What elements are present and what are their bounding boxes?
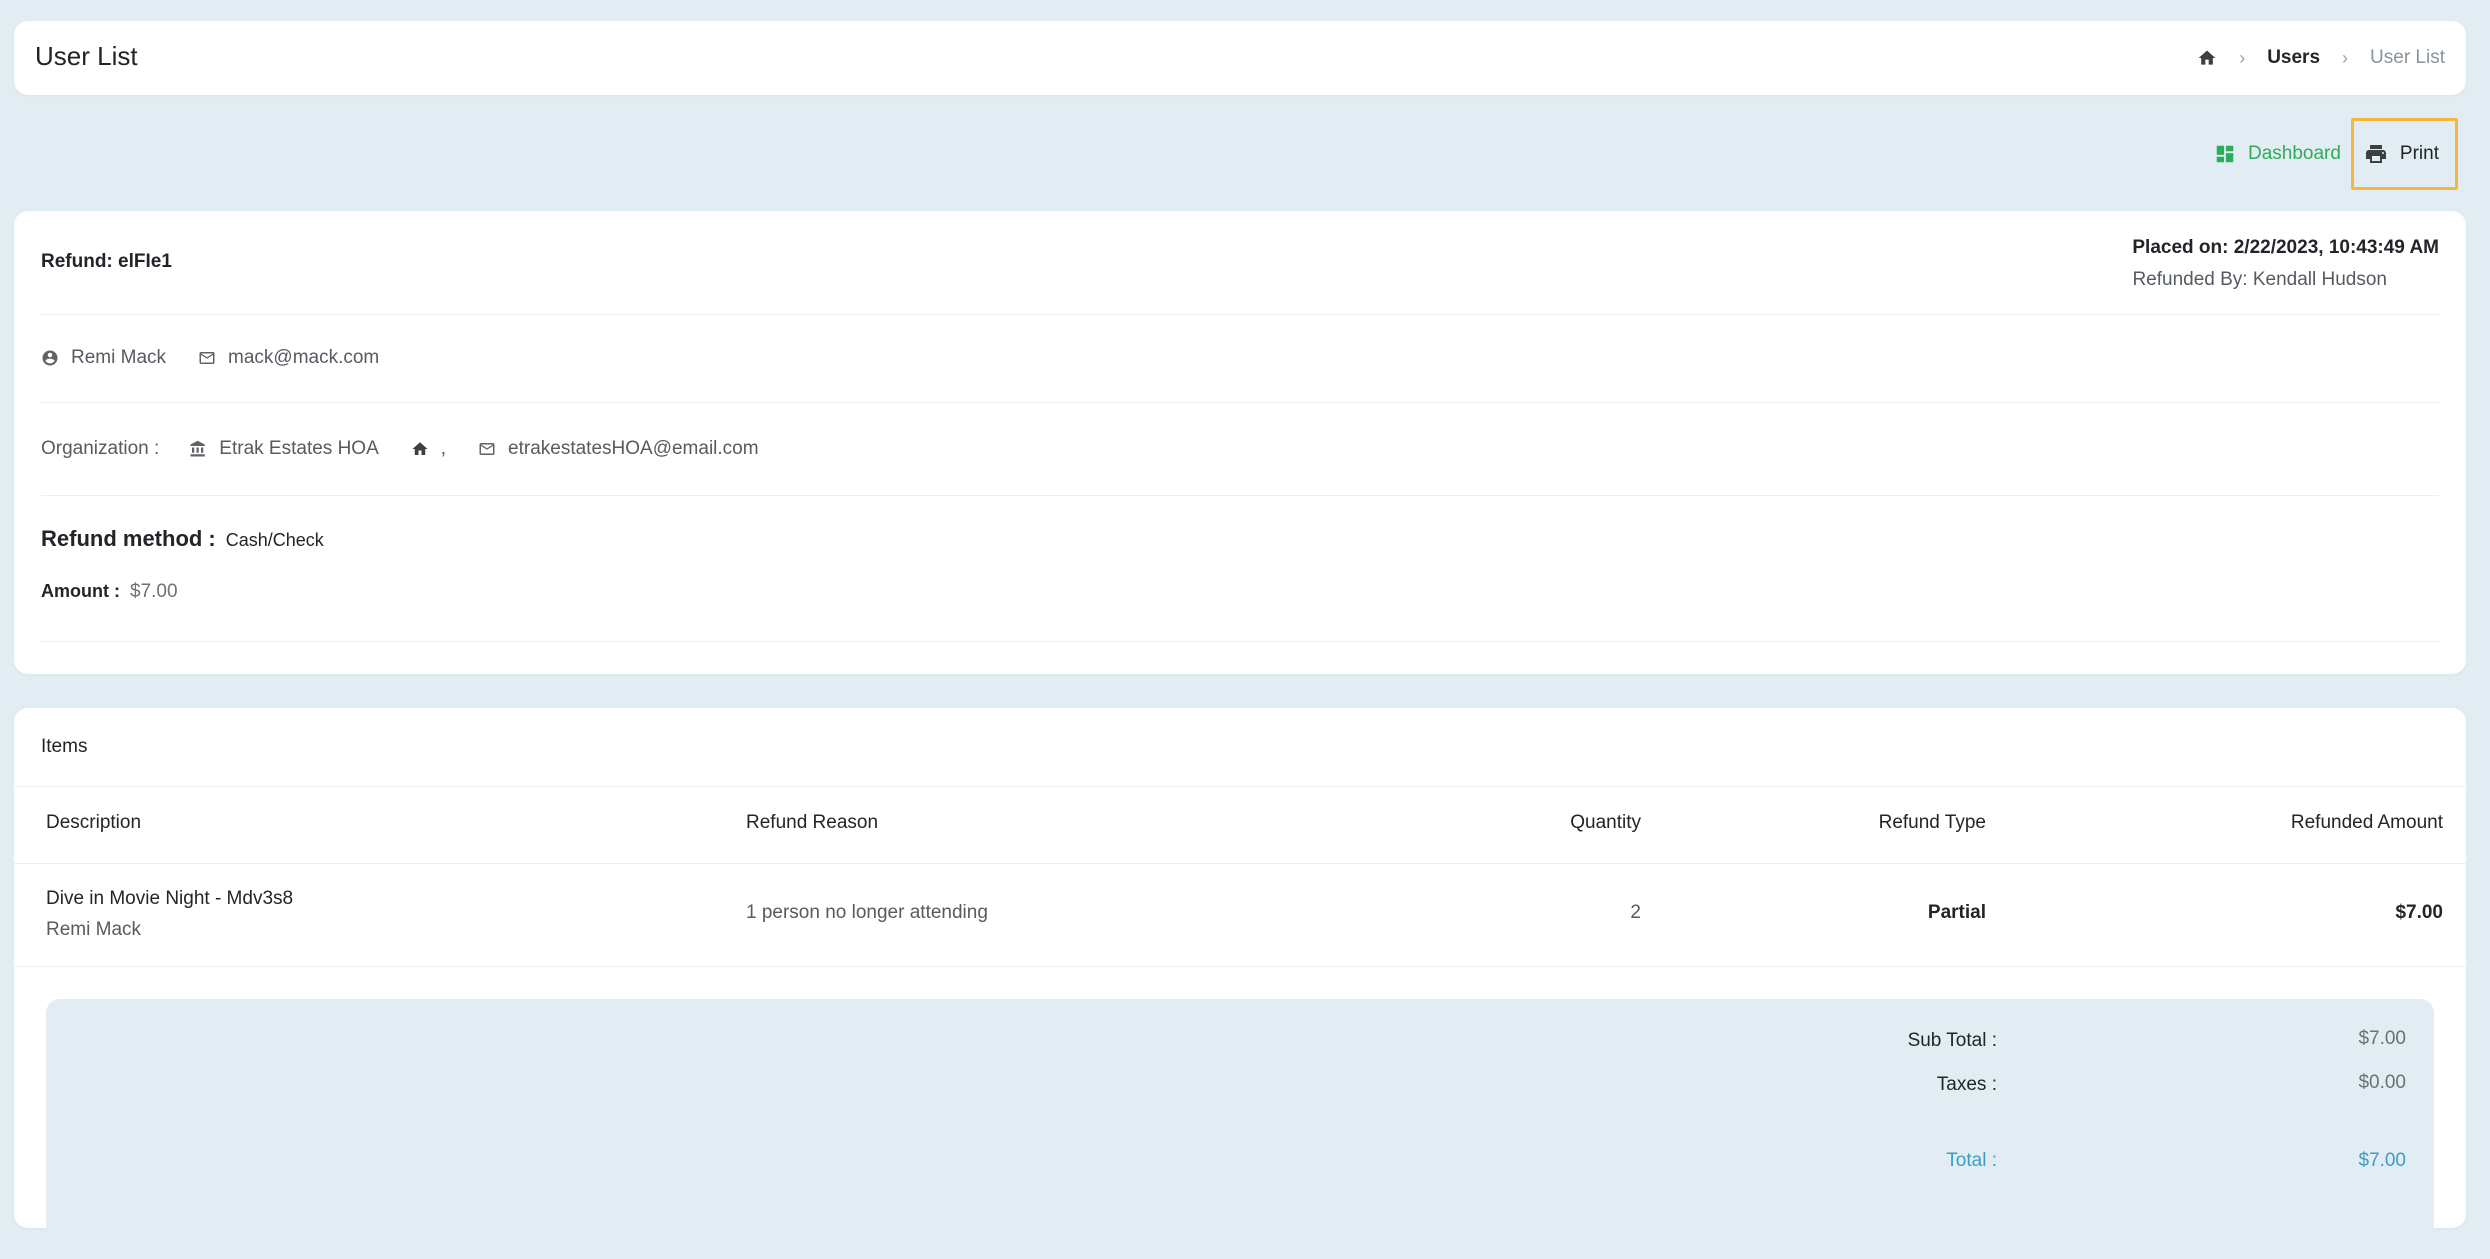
chevron-right-icon: › [2342,47,2349,68]
column-header-refunded-amount: Refunded Amount [2290,812,2443,833]
item-refunded-amount: $7.00 [2395,902,2443,923]
action-bar: Dashboard Print [2204,118,2458,190]
breadcrumb-current: User List [2370,47,2445,68]
organization-row: Organization : Etrak Estates HOA , etrak… [41,402,2439,496]
placed-on: Placed on: 2/22/2023, 10:43:49 AM [2132,237,2439,258]
refund-method-value: Cash/Check [225,530,324,550]
totals-summary: Sub Total : $7.00 Taxes : $0.00 Total : … [46,999,2434,1259]
taxes-label: Taxes : [1936,1074,1997,1095]
refund-details-card: Refund: elFIe1 Placed on: 2/22/2023, 10:… [14,211,2466,674]
page-title: User List [35,41,138,71]
account-circle-icon [42,350,58,366]
organization-address: , [440,437,447,459]
home-icon[interactable] [2197,48,2217,68]
column-header-refund-reason: Refund Reason [746,812,879,833]
item-description: Dive in Movie Night - Mdv3s8 [46,888,294,909]
customer-name-chip: Remi Mack [41,347,166,369]
column-header-description: Description [46,812,142,833]
taxes-value: $0.00 [2358,1072,2406,1093]
printer-icon [2365,145,2386,163]
column-header-quantity: Quantity [1570,812,1641,833]
breadcrumb: › Users › User List [2197,47,2445,69]
page-header: User List › Users › User List [14,21,2466,95]
item-refund-reason: 1 person no longer attending [746,902,988,923]
item-refund-type: Partial [1927,902,1986,923]
subtotal-label: Sub Total : [1907,1030,1997,1051]
dashboard-label: Dashboard [2247,143,2341,164]
print-label: Print [2399,143,2439,164]
organization-name: Etrak Estates HOA [219,437,379,459]
divider [14,863,2466,864]
refund-id: Refund: elFIe1 [41,251,172,272]
customer-name: Remi Mack [71,347,167,368]
organization-email: etrakestatesHOA@email.com [508,437,759,459]
mail-icon [199,352,215,364]
refund-method-label: Refund method : [41,526,216,551]
items-card: Items Description Refund Reason Quantity… [14,708,2466,1259]
organization-label: Organization : [41,437,160,459]
customer-email-chip: mack@mack.com [198,347,379,369]
bank-icon [190,440,206,456]
column-header-refund-type: Refund Type [1878,812,1986,833]
customer-email: mack@mack.com [228,347,380,368]
org-address-chip: , [411,438,446,460]
refunded-by: Refunded By: Kendall Hudson [2132,269,2387,290]
subtotal-value: $7.00 [2358,1028,2406,1049]
item-quantity: 2 [1630,902,1641,923]
divider [14,786,2466,787]
amount-label: Amount : [41,581,120,601]
customer-row: Remi Mack mack@mack.com [41,314,2439,403]
total-value: $7.00 [2358,1150,2406,1171]
divider [14,966,2466,967]
refund-method: Refund method : Cash/Check [41,526,324,552]
amount-value: $7.00 [129,581,178,602]
total-label: Total : [1946,1150,1997,1171]
dashboard-icon [2216,145,2234,163]
refund-amount: Amount : $7.00 [41,581,178,603]
chevron-right-icon: › [2239,47,2246,68]
breadcrumb-users[interactable]: Users [2267,47,2320,69]
dashboard-button[interactable]: Dashboard [2204,119,2351,189]
home-icon [412,441,428,455]
refund-header: Refund: elFIe1 Placed on: 2/22/2023, 10:… [41,211,2439,315]
org-email-chip: etrakestatesHOA@email.com [478,438,759,460]
item-person: Remi Mack [46,919,142,940]
print-button[interactable]: Print [2350,118,2458,190]
org-name-chip: Etrak Estates HOA [189,437,379,460]
divider [41,641,2439,642]
mail-icon [479,442,495,455]
items-title: Items [41,736,88,757]
